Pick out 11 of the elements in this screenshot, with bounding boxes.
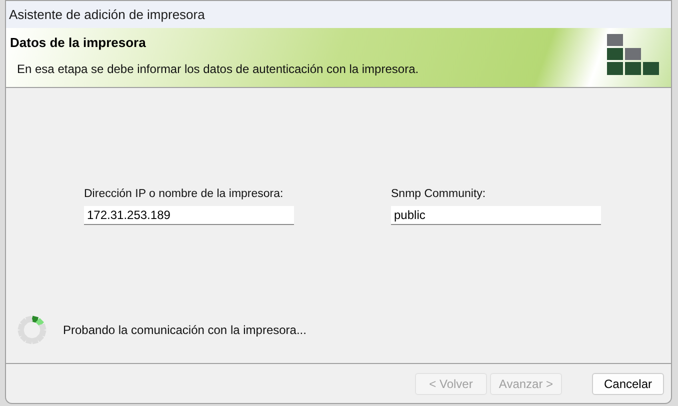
status-text: Probando la comunicación con la impresora... <box>63 322 306 340</box>
field-label: Dirección IP o nombre de la impresora: <box>84 187 284 202</box>
window-title: Asistente de adición de impresora <box>9 6 205 24</box>
text-field[interactable]: public <box>391 206 601 226</box>
loading-spinner-icon <box>17 315 47 346</box>
page-subtitle: En esa etapa se debe informar los datos de autenticación con la impresora. <box>17 60 420 78</box>
field-label: Snmp Community: <box>391 187 487 202</box>
page-title: Datos de la impresora <box>10 34 147 52</box>
steps-icon <box>607 34 660 76</box>
cancel-button[interactable]: Cancelar <box>592 372 664 394</box>
text-field[interactable]: 172.31.253.189 <box>84 206 294 226</box>
